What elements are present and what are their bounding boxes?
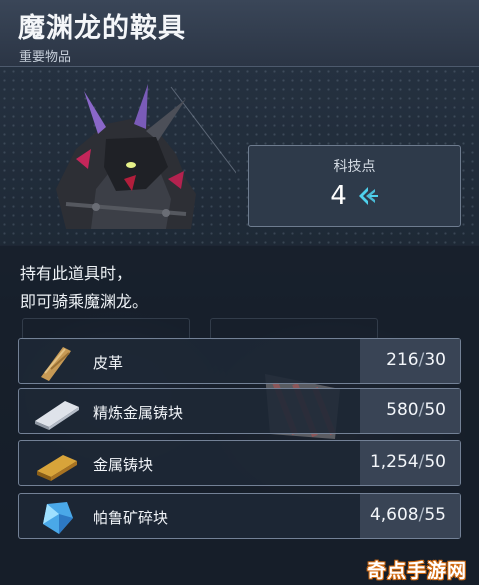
tech-points-panel: 科技点 4	[248, 145, 461, 227]
item-category: 重要物品	[19, 50, 72, 65]
description-line-2: 即可骑乘魔渊龙。	[20, 292, 149, 311]
material-count: 216/30	[386, 350, 446, 370]
material-row: 金属铸块 1,254/50	[18, 440, 461, 486]
material-name: 皮革	[93, 354, 124, 372]
material-row: 精炼金属铸块 580/50	[18, 388, 461, 434]
material-count: 580/50	[386, 400, 446, 420]
item-preview-area: 科技点 4	[0, 67, 479, 245]
tech-points-value: 4	[330, 181, 347, 211]
watermark-text: 奇点手游网	[366, 560, 467, 582]
pal-crystal-icon	[43, 502, 73, 534]
site-watermark: 奇点手游网	[357, 553, 475, 583]
leather-icon	[41, 347, 71, 381]
material-name: 精炼金属铸块	[93, 404, 184, 422]
material-name: 金属铸块	[93, 456, 154, 474]
item-header: 魔渊龙的鞍具 重要物品	[0, 0, 479, 67]
tech-points-label: 科技点	[333, 159, 376, 175]
refined-ingot-icon	[35, 401, 79, 430]
dragon-saddle-image	[56, 84, 236, 229]
material-row: 帕鲁矿碎块 4,608/55	[18, 493, 461, 539]
ingot-icon	[37, 455, 77, 481]
material-row: 皮革 216/30	[18, 338, 461, 384]
material-count: 4,608/55	[369, 505, 446, 525]
description-line-1: 持有此道具时，	[20, 264, 133, 283]
material-name: 帕鲁矿碎块	[93, 509, 169, 527]
tech-point-icon	[358, 187, 378, 205]
item-title: 魔渊龙的鞍具	[18, 13, 186, 44]
material-count: 1,254/50	[369, 452, 446, 472]
